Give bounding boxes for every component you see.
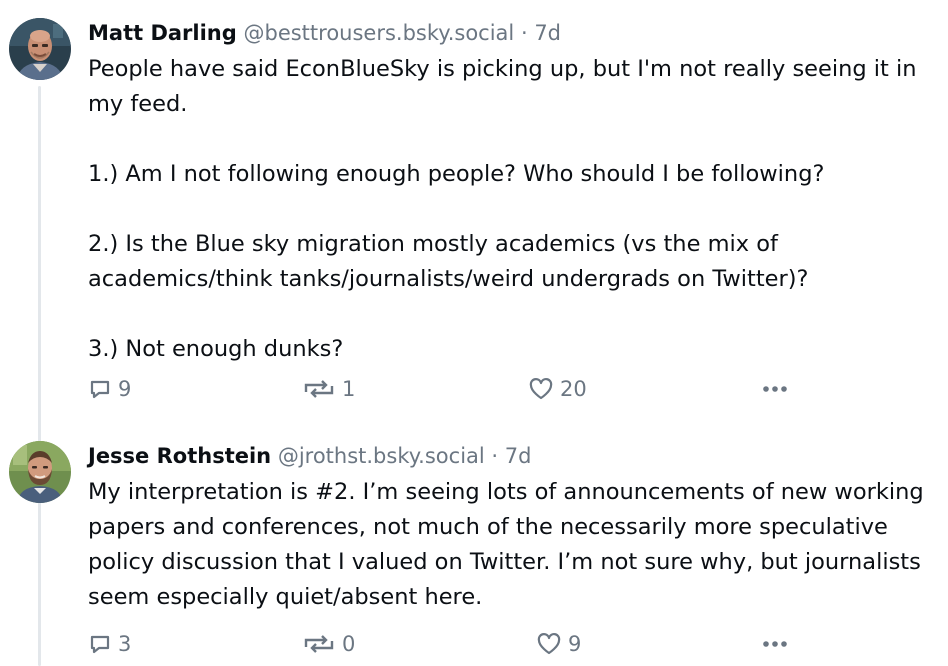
repost-button[interactable]: 1: [302, 371, 355, 407]
repost-count: 1: [342, 377, 356, 401]
header-separator: ·: [491, 444, 499, 468]
more-options-button[interactable]: [760, 371, 790, 407]
reply-count: 9: [118, 377, 132, 401]
reply-count: 3: [118, 632, 132, 656]
post-text: People have said EconBlueSky is picking …: [88, 52, 940, 367]
more-dots-icon: [760, 377, 790, 401]
reply-bubble-icon: [88, 632, 112, 656]
author-name[interactable]: Matt Darling: [88, 21, 237, 45]
author-name[interactable]: Jesse Rothstein: [88, 444, 271, 468]
post-body: Jesse Rothstein @jrothst.bsky.social · 7…: [88, 437, 940, 656]
post-paragraph: 3.) Not enough dunks?: [88, 336, 344, 362]
header-separator: ·: [520, 21, 528, 45]
repost-count: 0: [342, 632, 356, 656]
post-paragraph: 1.) Am I not following enough people? Wh…: [88, 161, 825, 187]
thread-connector-line: [38, 86, 41, 666]
post-paragraph: 2.) Is the Blue sky migration mostly aca…: [88, 231, 809, 292]
more-dots-icon: [760, 632, 790, 656]
thread: Matt Darling @besttrousers.bsky.social ·…: [0, 0, 948, 666]
post-header: Matt Darling @besttrousers.bsky.social ·…: [88, 14, 940, 52]
post-body: Matt Darling @besttrousers.bsky.social ·…: [88, 14, 940, 401]
post-timestamp[interactable]: 7d: [534, 21, 561, 45]
heart-icon: [536, 632, 562, 656]
post-header: Jesse Rothstein @jrothst.bsky.social · 7…: [88, 437, 940, 475]
reply-button[interactable]: 9: [88, 371, 131, 407]
like-count: 9: [568, 632, 582, 656]
post-actions: 3 0 9: [88, 626, 940, 662]
author-handle[interactable]: @besttrousers.bsky.social: [243, 21, 514, 45]
heart-icon: [528, 377, 554, 401]
repost-button[interactable]: 0: [302, 626, 355, 662]
more-options-button[interactable]: [760, 626, 790, 662]
repost-arrows-icon: [302, 632, 336, 656]
reply-button[interactable]: 3: [88, 626, 131, 662]
post-paragraph: My interpretation is #2. I’m seeing lots…: [88, 479, 924, 610]
like-button[interactable]: 9: [536, 626, 581, 662]
bearded-man-avatar-icon[interactable]: [9, 441, 71, 503]
post-actions: 9 1 20: [88, 371, 940, 407]
bald-man-avatar-icon[interactable]: [9, 18, 71, 80]
repost-arrows-icon: [302, 377, 336, 401]
post-text: My interpretation is #2. I’m seeing lots…: [88, 475, 940, 615]
reply-bubble-icon: [88, 377, 112, 401]
post-timestamp[interactable]: 7d: [505, 444, 532, 468]
author-handle[interactable]: @jrothst.bsky.social: [278, 444, 485, 468]
like-button[interactable]: 20: [528, 371, 587, 407]
like-count: 20: [560, 377, 587, 401]
post-paragraph: People have said EconBlueSky is picking …: [88, 56, 917, 117]
